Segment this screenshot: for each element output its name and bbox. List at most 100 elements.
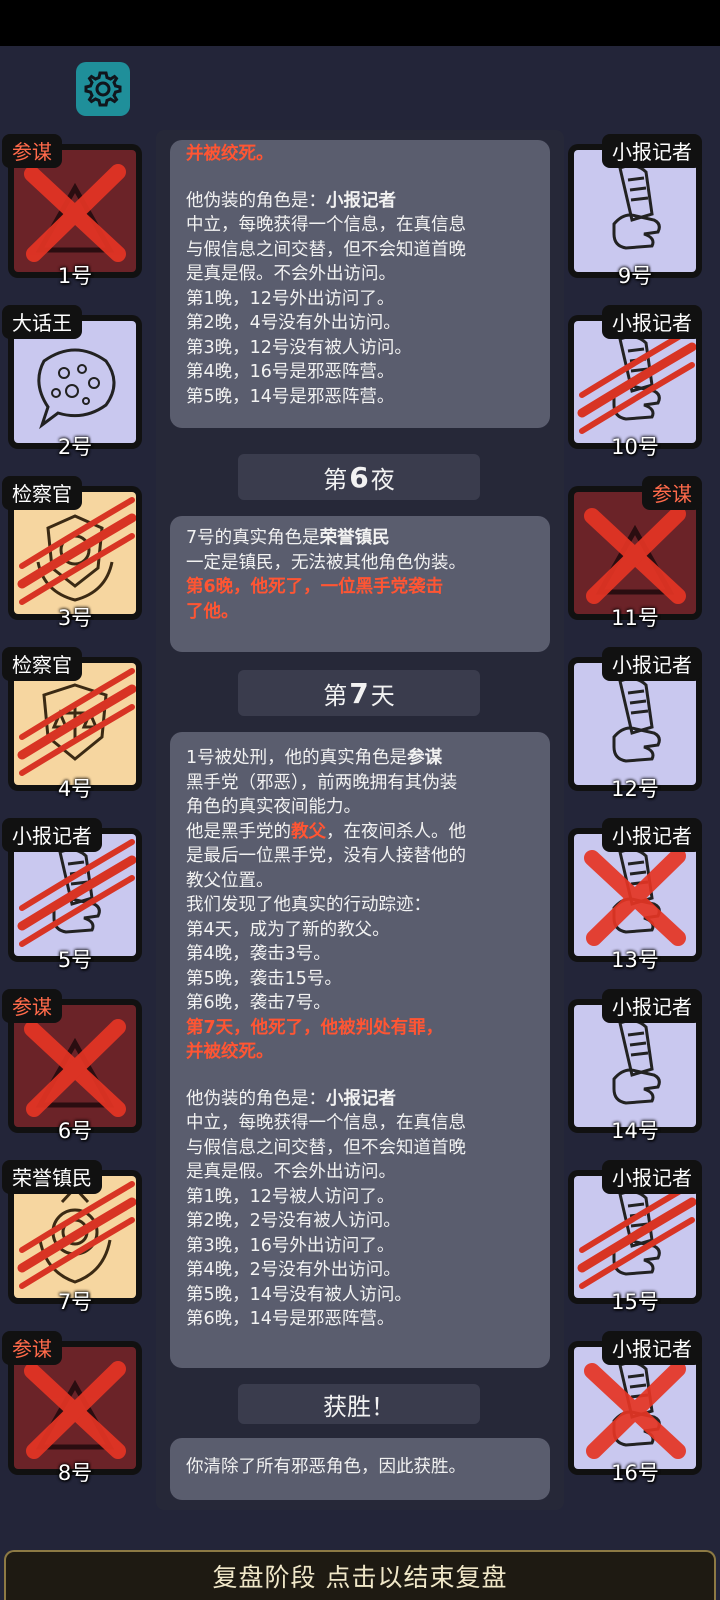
- player-card-15号[interactable]: 小报记者 15号: [562, 1160, 702, 1320]
- player-role-tag: 大话王: [2, 305, 82, 339]
- player-portrait: [574, 492, 696, 614]
- player-card-6号[interactable]: 参谋 6号: [2, 989, 142, 1149]
- player-portrait: [574, 321, 696, 443]
- shield-scales-icon: [17, 668, 136, 776]
- player-portrait: [574, 1176, 696, 1298]
- player-card-2号[interactable]: 大话王 2号: [2, 305, 142, 465]
- player-number: 2号: [57, 435, 93, 459]
- player-card-9号[interactable]: 小报记者 9号: [562, 134, 702, 294]
- role-reveal: 7号的真实角色是荣誉镇民: [186, 528, 390, 548]
- newspaper-hand-icon: [584, 848, 686, 946]
- disguise-line: 他伪装的角色是：小报记者: [186, 190, 396, 211]
- player-role-tag: 小报记者: [602, 818, 702, 852]
- death-text: 第7天，他死了，他被判处有罪，: [186, 1017, 444, 1038]
- log-line: 第4天，成为了新的教父。: [186, 919, 390, 940]
- log-line: 我们发现了他真实的行动踪迹：: [186, 895, 431, 915]
- phase-header-day-7: 第7天: [238, 670, 480, 716]
- log-line: 第2晚，2号没有被人访问。: [186, 1211, 401, 1231]
- newspaper-hand-icon: [612, 677, 661, 763]
- death-text: 并被绞死。: [186, 144, 274, 164]
- player-role-tag: 参谋: [2, 134, 62, 168]
- player-card-13号[interactable]: 小报记者 13号: [562, 818, 702, 978]
- player-card-8号[interactable]: 参谋 8号: [2, 1331, 142, 1491]
- phase-header-victory: 获胜！: [238, 1384, 480, 1424]
- player-portrait: [14, 492, 136, 614]
- player-role-tag: 荣誉镇民: [2, 1160, 102, 1194]
- execution-reveal: 1号被处刑，他的真实角色是参谋: [186, 748, 443, 768]
- player-portrait: [14, 834, 136, 956]
- player-number: 8号: [57, 1461, 93, 1485]
- log-entry-previous: 并被绞死。 他伪装的角色是：小报记者 中立，每晚获得一个信息，在真信息 与假信息…: [170, 140, 550, 428]
- log-entry-victory: 你清除了所有邪恶角色，因此获胜。: [170, 1438, 550, 1500]
- death-text: 了他。: [186, 601, 239, 622]
- log-line: 第5晚，袭击15号。: [186, 968, 342, 989]
- player-portrait: [574, 663, 696, 785]
- newspaper-hand-icon: [17, 839, 136, 947]
- player-role-tag: 小报记者: [602, 989, 702, 1023]
- player-role-tag: 小报记者: [602, 134, 702, 168]
- player-portrait: [14, 1176, 136, 1298]
- log-line: 第6晚，14号是邪恶阵营。: [186, 1309, 395, 1329]
- log-line: 与假信息之间交替，但不会知道首晚: [186, 1137, 466, 1158]
- player-number: 12号: [611, 777, 659, 801]
- player-card-12号[interactable]: 小报记者 12号: [562, 647, 702, 807]
- newspaper-hand-icon: [612, 1019, 661, 1105]
- player-portrait: [14, 663, 136, 785]
- player-role-tag: 小报记者: [2, 818, 102, 852]
- log-line: 中立，每晚获得一个信息，在真信息: [186, 215, 466, 235]
- player-number: 7号: [57, 1290, 93, 1314]
- player-portrait: [574, 1005, 696, 1127]
- player-number: 3号: [57, 606, 93, 630]
- speech-bubble-icon: [37, 348, 116, 430]
- triangle-icon: [584, 506, 686, 604]
- player-card-5号[interactable]: 小报记者 5号: [2, 818, 142, 978]
- player-card-14号[interactable]: 小报记者 14号: [562, 989, 702, 1149]
- end-review-button[interactable]: 复盘阶段 点击以结束复盘: [4, 1550, 716, 1600]
- log-line: 第4晚，16号是邪恶阵营。: [186, 362, 395, 382]
- player-card-10号[interactable]: 小报记者 10号: [562, 305, 702, 465]
- status-bar: [0, 0, 720, 46]
- log-line: 是真是假。不会外出访问。: [186, 264, 396, 284]
- log-line: 第5晚，14号没有被人访问。: [186, 1284, 412, 1305]
- log-line: 第6晚，袭击7号。: [186, 993, 331, 1013]
- player-card-3号[interactable]: 检察官 3号: [2, 476, 142, 636]
- log-entry-night-6: 7号的真实角色是荣誉镇民 一定是镇民，无法被其他角色伪装。 第6晚，他死了，一位…: [170, 516, 550, 652]
- newspaper-hand-icon: [612, 164, 661, 250]
- role-description: 一定是镇民，无法被其他角色伪装。: [186, 552, 466, 573]
- player-number: 1号: [57, 264, 93, 288]
- medal-emblem-icon: [17, 1181, 136, 1289]
- player-portrait: [14, 150, 136, 272]
- player-number: 13号: [611, 948, 659, 972]
- log-entry-day-7: 1号被处刑，他的真实角色是参谋 黑手党（邪恶），前两晚拥有其伪装 角色的真实夜间…: [170, 732, 550, 1368]
- player-card-7号[interactable]: 荣誉镇民 7号: [2, 1160, 142, 1320]
- player-role-tag: 检察官: [2, 476, 82, 510]
- player-number: 5号: [57, 948, 93, 972]
- triangle-icon: [24, 1019, 126, 1117]
- player-portrait: [14, 1005, 136, 1127]
- player-number: 15号: [611, 1290, 659, 1314]
- death-text: 第6晚，他死了，一位黑手党袭击: [186, 577, 444, 597]
- player-portrait: [14, 1347, 136, 1469]
- player-portrait: [574, 834, 696, 956]
- player-card-4号[interactable]: 检察官 4号: [2, 647, 142, 807]
- log-line: 第3晚，12号没有被人访问。: [186, 337, 412, 358]
- player-number: 16号: [611, 1461, 659, 1485]
- player-role-tag: 小报记者: [602, 1331, 702, 1365]
- player-role-tag: 小报记者: [602, 305, 702, 339]
- log-line: 第1晚，12号被人访问了。: [186, 1186, 395, 1207]
- player-card-1号[interactable]: 参谋 1号: [2, 134, 142, 294]
- player-role-tag: 参谋: [2, 1331, 62, 1365]
- settings-button[interactable]: [76, 62, 130, 116]
- log-line: 第5晚，14号是邪恶阵营。: [186, 386, 395, 407]
- log-line: 与假信息之间交替，但不会知道首晚: [186, 239, 466, 260]
- player-card-11号[interactable]: 参谋 11号: [562, 476, 702, 636]
- newspaper-hand-icon: [584, 1361, 686, 1459]
- log-line: 角色的真实夜间能力。: [186, 797, 361, 817]
- newspaper-hand-icon: [577, 1181, 696, 1289]
- player-portrait: [14, 321, 136, 443]
- player-number: 11号: [611, 606, 659, 630]
- player-card-16号[interactable]: 小报记者 16号: [562, 1331, 702, 1491]
- log-line: 第4晚，袭击3号。: [186, 944, 331, 964]
- log-line: 是真是假。不会外出访问。: [186, 1162, 396, 1182]
- triangle-icon: [24, 1361, 126, 1459]
